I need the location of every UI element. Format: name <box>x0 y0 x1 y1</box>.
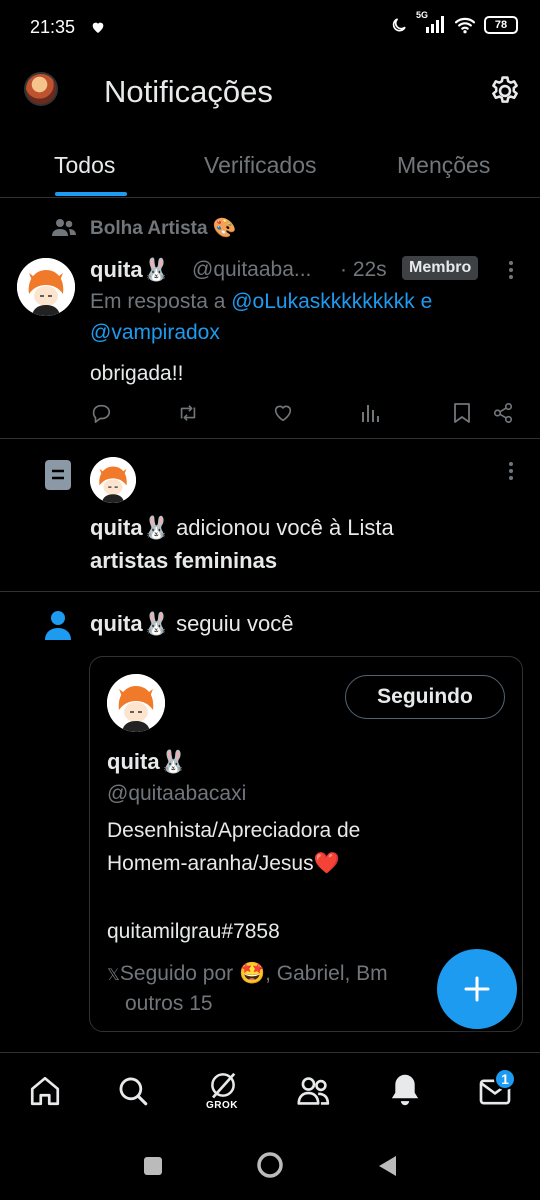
list-add-text: quita🐰 adicionou você à Lista artistas f… <box>90 511 520 577</box>
more-options-icon-2[interactable] <box>508 461 514 481</box>
list-name[interactable]: artistas femininas <box>90 548 277 573</box>
follower-name[interactable]: quita🐰 <box>90 611 170 636</box>
card-bio-line-2: Homem-aranha/Jesus❤️ <box>107 852 340 875</box>
page-title: Notificações <box>104 74 273 109</box>
post-time: · 22s <box>340 258 387 281</box>
list-icon <box>44 459 72 491</box>
follow-action: seguiu você <box>169 611 294 636</box>
author-handle[interactable]: @quitaaba... <box>192 254 311 285</box>
card-bio-line-3: quitamilgrau#7858 <box>107 920 280 943</box>
home-circle-icon[interactable] <box>256 1151 284 1179</box>
list-add-action: adicionou você à Lista <box>169 515 394 540</box>
home-icon[interactable] <box>28 1074 62 1108</box>
notification-list-add[interactable]: quita🐰 adicionou você à Lista artistas f… <box>0 439 540 591</box>
community-name[interactable]: Bolha Artista 🎨 <box>90 216 236 240</box>
bottom-nav <box>0 1052 540 1130</box>
more-options-icon[interactable] <box>508 260 514 280</box>
actor-avatar[interactable] <box>90 457 136 503</box>
card-name[interactable]: quita🐰 <box>107 746 187 777</box>
search-icon[interactable] <box>116 1074 150 1108</box>
status-time: 21:35 <box>30 17 76 37</box>
grok-label: GROK <box>206 1100 238 1111</box>
heart-icon <box>90 19 106 35</box>
reply-and: e <box>414 290 433 313</box>
card-handle[interactable]: @quitaabacaxi <box>107 778 246 809</box>
like-icon[interactable] <box>272 402 294 424</box>
card-bio-line-1: Desenhista/Apreciadora de <box>107 819 361 842</box>
active-tab-indicator <box>55 192 127 196</box>
follow-text: quita🐰 seguiu você <box>90 608 293 639</box>
grok-icon[interactable] <box>208 1070 238 1100</box>
share-icon[interactable] <box>492 402 514 424</box>
bookmark-icon[interactable] <box>452 402 472 424</box>
settings-gear-icon[interactable] <box>488 74 522 108</box>
moon-icon <box>390 16 408 34</box>
repost-icon[interactable] <box>176 402 200 424</box>
community-icon <box>52 218 76 238</box>
tab-verificados[interactable]: Verificados <box>204 152 317 179</box>
card-avatar[interactable] <box>107 674 165 732</box>
reply-user-link-1[interactable]: @oLukaskkkkkkkkk <box>231 290 415 313</box>
post-text: obrigada!! <box>90 362 184 385</box>
profile-avatar[interactable] <box>24 72 58 106</box>
communities-icon[interactable] <box>296 1074 332 1108</box>
reply-context: Em resposta a @oLukaskkkkkkkkk e @vampir… <box>90 286 530 348</box>
followed-by-text: Seguido por 🤩, Gabriel, Bm <box>119 962 388 985</box>
followed-by: 𝕏Seguido por 🤩, Gabriel, Bm <box>107 958 437 991</box>
battery-icon: 78 <box>484 16 518 34</box>
wifi-icon <box>454 16 476 34</box>
reply-icon[interactable] <box>90 402 112 424</box>
actor-name[interactable]: quita🐰 <box>90 515 170 540</box>
compose-button[interactable] <box>437 949 517 1029</box>
network-type: 5G <box>416 10 429 20</box>
divider <box>0 591 540 592</box>
back-triangle-icon[interactable] <box>376 1154 398 1178</box>
member-badge: Membro <box>402 256 479 280</box>
following-button[interactable]: Seguindo <box>345 675 505 719</box>
recents-square-icon[interactable] <box>143 1156 163 1176</box>
status-bar: 21:35 5G 78 <box>0 0 540 56</box>
signal-icon: 5G <box>416 10 446 34</box>
reply-prefix: Em resposta a <box>90 290 232 313</box>
tab-mencoes[interactable]: Menções <box>397 152 490 179</box>
author-avatar[interactable] <box>17 258 75 316</box>
x-logo-icon: 𝕏 <box>107 967 120 984</box>
reply-user-link-2[interactable]: @vampiradox <box>90 321 220 344</box>
notification-community-reply[interactable]: Bolha Artista 🎨 quita🐰 @quitaaba... · 22… <box>0 198 540 438</box>
followed-by-more: outros 15 <box>125 992 213 1015</box>
person-follow-icon <box>44 610 72 640</box>
author-name[interactable]: quita🐰 <box>90 254 170 285</box>
tab-todos[interactable]: Todos <box>54 152 115 179</box>
plus-icon <box>464 976 490 1002</box>
notifications-bell-icon[interactable] <box>388 1072 422 1108</box>
views-icon[interactable] <box>360 402 380 424</box>
messages-badge: 1 <box>494 1068 516 1090</box>
